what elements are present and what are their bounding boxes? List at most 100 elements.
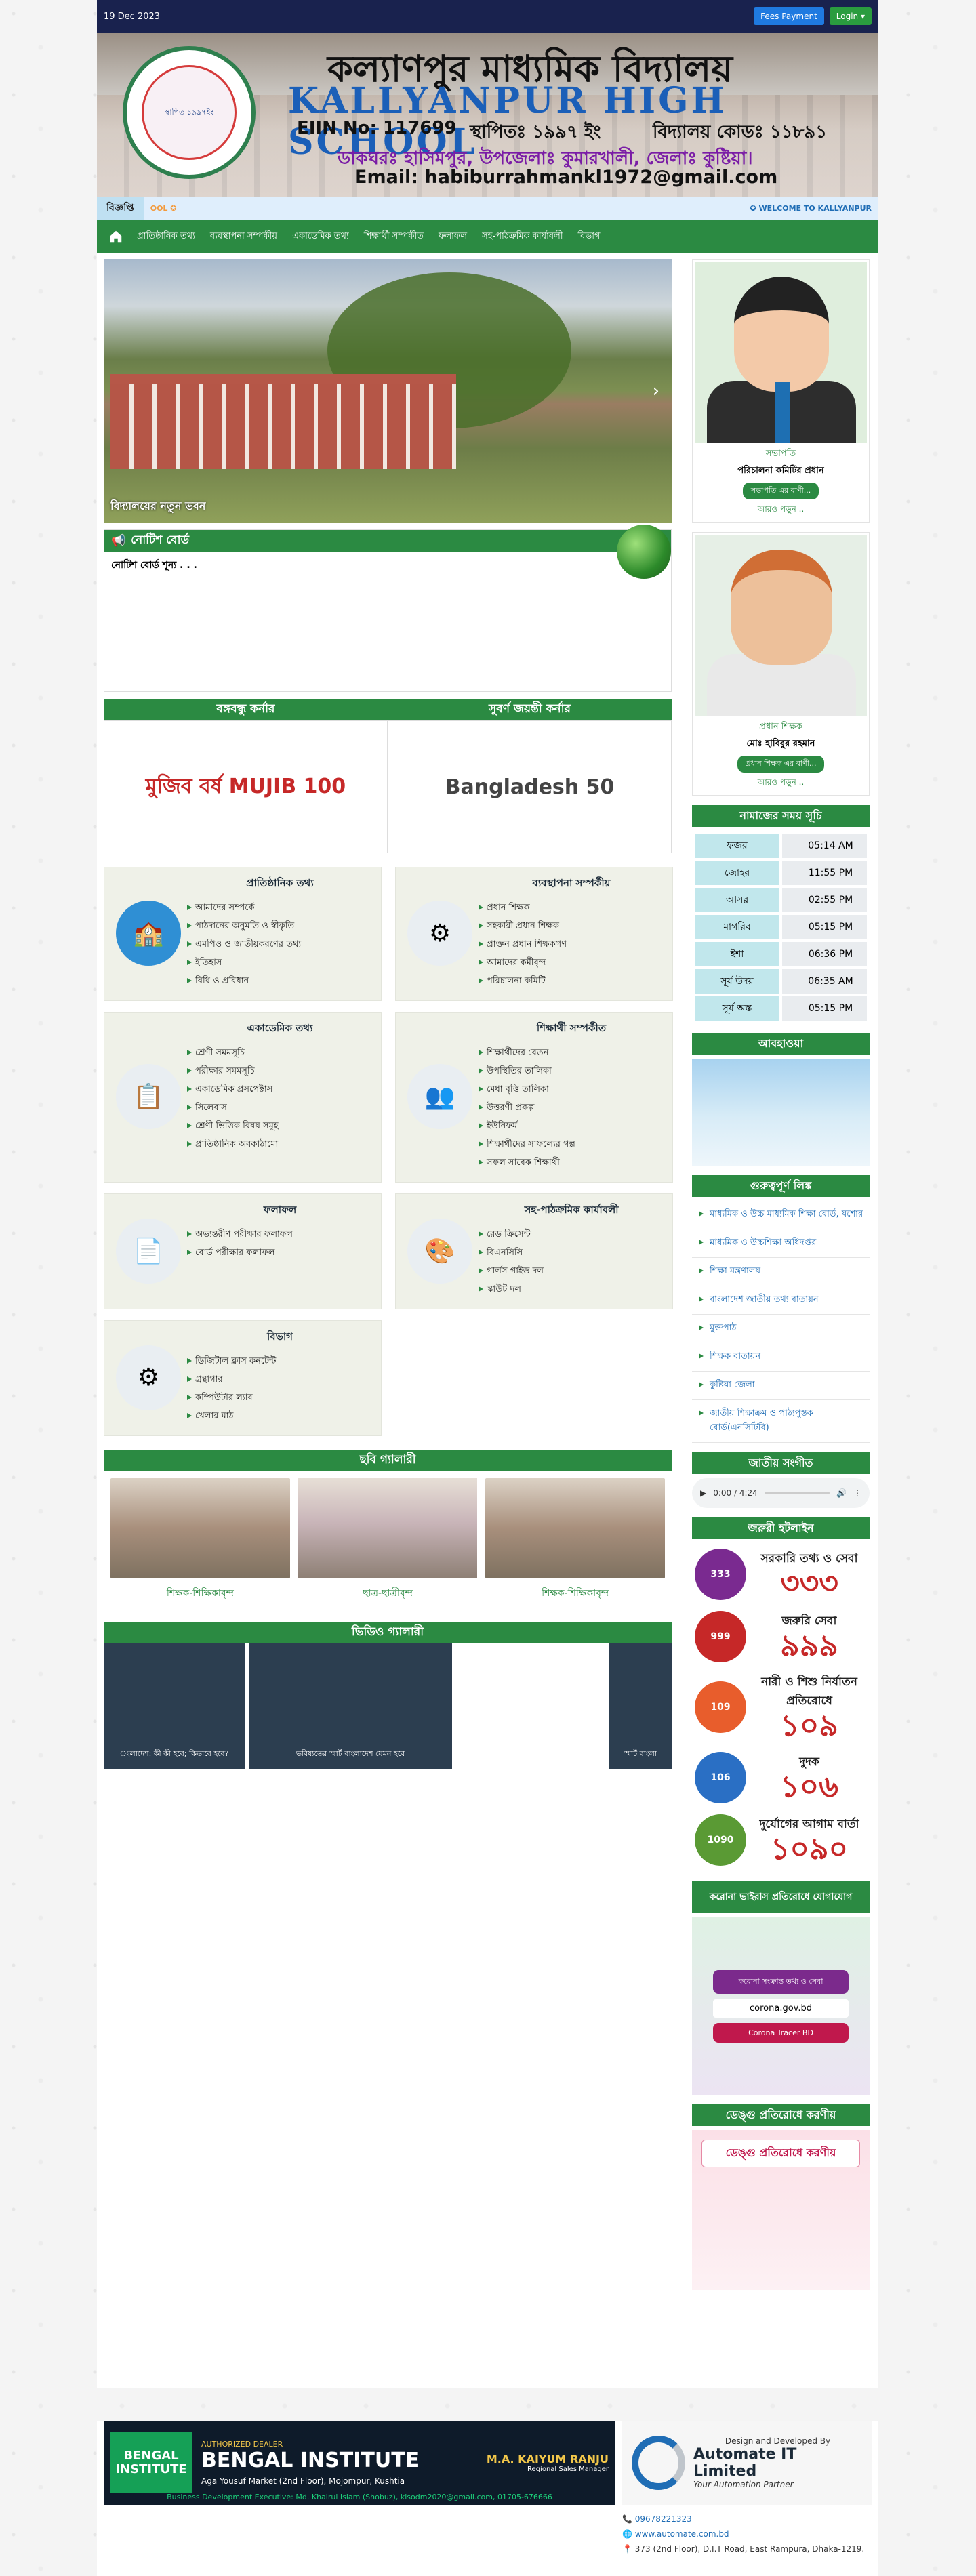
important-link[interactable]: কুষ্টিয়া জেলা: [692, 1372, 870, 1400]
nav-item-academic[interactable]: একাডেমিক তথ্য: [285, 230, 357, 244]
card-link[interactable]: বিএনসিসি: [477, 1244, 666, 1263]
video-item[interactable]: ংলাদেশ: কী কী হবে; কিভাবে হবে?: [104, 1643, 245, 1769]
card-link[interactable]: শিক্ষার্থীদের বেতন: [477, 1044, 666, 1063]
card-link[interactable]: ইউনিফর্ম: [477, 1118, 666, 1136]
headmaster-box: প্রধান শিক্ষক মোঃ হাবিবুর রহমান প্রধান শ…: [692, 532, 870, 796]
phone-link[interactable]: 09678221323: [635, 2514, 692, 2524]
developer-credit[interactable]: Design and Developed By Automate IT Limi…: [622, 2421, 872, 2505]
card-link[interactable]: সফল সাবেক শিক্ষার্থী: [477, 1154, 666, 1172]
card-link[interactable]: গার্লস গাইড দল: [477, 1263, 666, 1281]
info-card: 🏫 প্রাতিষ্ঠানিক তথ্য আমাদের সম্পর্কে পাঠদা…: [104, 867, 382, 1001]
mujib-corner-image[interactable]: মুজিব বর্ষ MUJIB 100: [104, 720, 388, 853]
video-item[interactable]: স্মার্ট বাংলা: [609, 1643, 672, 1769]
main-content: › বিদ্যালয়ের নতুন ভবন 📢 নোটিশ বোর্ড নোটি…: [97, 253, 878, 2388]
card-link[interactable]: প্রাতিষ্ঠানিক অবকাঠামো: [186, 1136, 374, 1154]
video-item[interactable]: ভবিষ্যতের স্মার্ট বাংলাদেশ যেমন হবে: [249, 1643, 452, 1769]
card-icon: 📄: [116, 1218, 181, 1284]
card-link[interactable]: বিধি ও প্রবিধান: [186, 973, 374, 991]
card-link[interactable]: খেলার মাঠ: [186, 1408, 374, 1426]
more-options-icon[interactable]: ⋮: [853, 1488, 861, 1498]
card-link[interactable]: সিলেবাস: [186, 1099, 374, 1118]
dengue-prevention: ডেঙ্গু প্রতিরোধে করণীয় ডেঙ্গু প্রতিরোধে…: [692, 2104, 870, 2290]
prayer-time: 06:36 PM: [779, 939, 870, 969]
gallery-item[interactable]: শিক্ষক-শিক্ষিকাবৃন্দ: [485, 1478, 666, 1601]
president-photo: [695, 262, 867, 443]
image-slider[interactable]: › বিদ্যালয়ের নতুন ভবন: [104, 259, 672, 523]
prayer-row: সূর্য অস্ত 05:15 PM: [692, 994, 870, 1023]
card-link[interactable]: সহকারী প্রধান শিক্ষক: [477, 918, 666, 936]
card-link[interactable]: একাডেমিক প্রসপেক্টাস: [186, 1081, 374, 1099]
headmaster-read-more[interactable]: আরও পড়ুন ..: [695, 777, 867, 790]
important-link[interactable]: মাধ্যমিক ও উচ্চশিক্ষা অধিদপ্তর: [692, 1229, 870, 1258]
hotline-item[interactable]: 333 সরকারি তথ্য ও সেবা ৩৩৩: [692, 1543, 870, 1606]
card-link[interactable]: বোর্ড পরীক্ষার ফলাফল: [186, 1244, 374, 1263]
card-link[interactable]: উপস্থিতির তালিকা: [477, 1063, 666, 1081]
ticker-message-welcome[interactable]: ✪ WELCOME TO KALLYANPUR: [750, 204, 872, 213]
card-link[interactable]: উত্তরণী প্রকল্প: [477, 1099, 666, 1118]
nav-item-management[interactable]: ব্যবস্থাপনা সম্পর্কীয়: [203, 230, 285, 244]
important-link[interactable]: শিক্ষক বাতায়ন: [692, 1343, 870, 1372]
nav-item-departments[interactable]: বিভাগ: [571, 230, 608, 244]
bengal-institute-ad[interactable]: BENGAL INSTITUTE AUTHORIZED DEALER BENGA…: [104, 2421, 615, 2505]
nav-item-students[interactable]: শিক্ষার্থী সম্পর্কীত: [357, 230, 431, 244]
login-button[interactable]: Login ▾: [829, 7, 872, 25]
card-link[interactable]: পাঠদানের অনুমতি ও স্বীকৃতি: [186, 918, 374, 936]
card-link[interactable]: পরীক্ষার সমমসূচি: [186, 1063, 374, 1081]
card-icon: 👥: [407, 1064, 472, 1129]
website-link[interactable]: www.automate.com.bd: [635, 2529, 729, 2539]
card-link[interactable]: পরিচালনা কমিটি: [477, 973, 666, 991]
card-link[interactable]: আমাদের সম্পর্কে: [186, 899, 374, 918]
card-link[interactable]: প্রধান শিক্ষক: [477, 899, 666, 918]
corona-banner[interactable]: করোনা সংক্রান্ত তথ্য ও সেবা corona.gov.b…: [692, 1917, 870, 2095]
hotline-item[interactable]: 109 নারী ও শিশু নির্যাতন প্রতিরোধে ১০৯: [692, 1668, 870, 1746]
card-link[interactable]: প্রাক্তন প্রধান শিক্ষকগণ: [477, 936, 666, 954]
prayer-row: ইশা 06:36 PM: [692, 939, 870, 969]
gallery-item[interactable]: ছাত্র-ছাত্রীবৃন্দ: [298, 1478, 478, 1601]
card-link[interactable]: কম্পিউটার ল্যাব: [186, 1389, 374, 1408]
audio-player[interactable]: ▶ 0:00 / 4:24 🔊 ⋮: [692, 1478, 870, 1508]
card-link[interactable]: এমপিও ও জাতীয়করণের তথ্য: [186, 936, 374, 954]
important-link[interactable]: মুক্তপাঠ: [692, 1315, 870, 1343]
ticker-message[interactable]: OOL ✪: [150, 204, 177, 213]
gallery-item[interactable]: শিক্ষক-শিক্ষিকাবৃন্দ: [110, 1478, 290, 1601]
info-card: 🎨 সহ-পাঠক্রমিক কার্যাবলী রেড ক্রিসেন্ট বিএ…: [395, 1193, 673, 1309]
card-link[interactable]: ইতিহাস: [186, 954, 374, 973]
hotline-item[interactable]: 106 দুদক ১০৬: [692, 1746, 870, 1809]
fees-payment-button[interactable]: Fees Payment: [754, 7, 824, 25]
important-link[interactable]: বাংলাদেশ জাতীয় তথ্য বাতায়ন: [692, 1286, 870, 1315]
card-link[interactable]: অভ্যন্তরীণ পরীক্ষার ফলাফল: [186, 1226, 374, 1244]
ticker-label: বিজ্ঞপ্তি: [97, 197, 144, 220]
hotline-item[interactable]: 1090 দুর্যোগের আগাম বার্তা ১০৯০: [692, 1809, 870, 1871]
president-read-more[interactable]: আরও পড়ুন ..: [695, 504, 867, 517]
important-link[interactable]: জাতীয় শিক্ষাক্রম ও পাঠ্যপুস্তক বোর্ড(এন…: [692, 1400, 870, 1443]
slider-next-icon[interactable]: ›: [653, 381, 659, 401]
play-icon[interactable]: ▶: [700, 1488, 706, 1498]
top-bar: 19 Dec 2023 Fees Payment Login ▾: [97, 0, 878, 33]
important-link[interactable]: মাধ্যমিক ও উচ্চ মাধ্যমিক শিক্ষা বোর্ড, য…: [692, 1201, 870, 1229]
home-icon[interactable]: [102, 220, 129, 253]
card-link[interactable]: রেড ক্রিসেন্ট: [477, 1226, 666, 1244]
card-link[interactable]: শ্রেণী ভিত্তিক বিষয় সমূহ: [186, 1118, 374, 1136]
dengue-banner[interactable]: ডেঙ্গু প্রতিরোধে করণীয়: [692, 2130, 870, 2290]
nav-item-results[interactable]: ফলাফল: [431, 230, 474, 244]
audio-progress[interactable]: [764, 1492, 830, 1494]
card-link[interactable]: ডিজিটাল ক্লাস কনটেন্ট: [186, 1353, 374, 1371]
card-link[interactable]: মেধা বৃত্তি তালিকা: [477, 1081, 666, 1099]
nav-item-cocurricular[interactable]: সহ-পাঠক্রমিক কার্যাবলী: [474, 230, 570, 244]
volume-icon[interactable]: 🔊: [836, 1488, 847, 1498]
card-title: বিভাগ: [267, 1330, 293, 1343]
hotline-icon: 333: [695, 1549, 746, 1600]
card-link[interactable]: আমাদের কর্মীবৃন্দ: [477, 954, 666, 973]
important-link[interactable]: শিক্ষা মন্ত্রণালয়: [692, 1258, 870, 1286]
headmaster-message-button[interactable]: প্রধান শিক্ষক এর বাণী...: [737, 756, 825, 773]
card-link[interactable]: শিক্ষার্থীদের সাফল্যের গল্প: [477, 1136, 666, 1154]
nav-item-institution[interactable]: প্রাতিষ্ঠানিক তথ্য: [129, 230, 203, 244]
hotline-item[interactable]: 999 জরুরি সেবা ৯৯৯: [692, 1606, 870, 1668]
card-link[interactable]: শ্রেণী সমমসূচি: [186, 1044, 374, 1063]
card-link[interactable]: স্কাউট দল: [477, 1281, 666, 1299]
bangladesh-50-image[interactable]: Bangladesh 50: [388, 720, 672, 853]
president-message-button[interactable]: সভাপতি এর বাণী...: [742, 483, 819, 499]
photo-gallery-title: ছবি গ্যালারী: [104, 1450, 672, 1471]
card-link[interactable]: গ্রন্থাগার: [186, 1371, 374, 1389]
info-card: ⚙ ব্যবস্থাপনা সম্পর্কীয় প্রধান শিক্ষক সহক…: [395, 867, 673, 1001]
